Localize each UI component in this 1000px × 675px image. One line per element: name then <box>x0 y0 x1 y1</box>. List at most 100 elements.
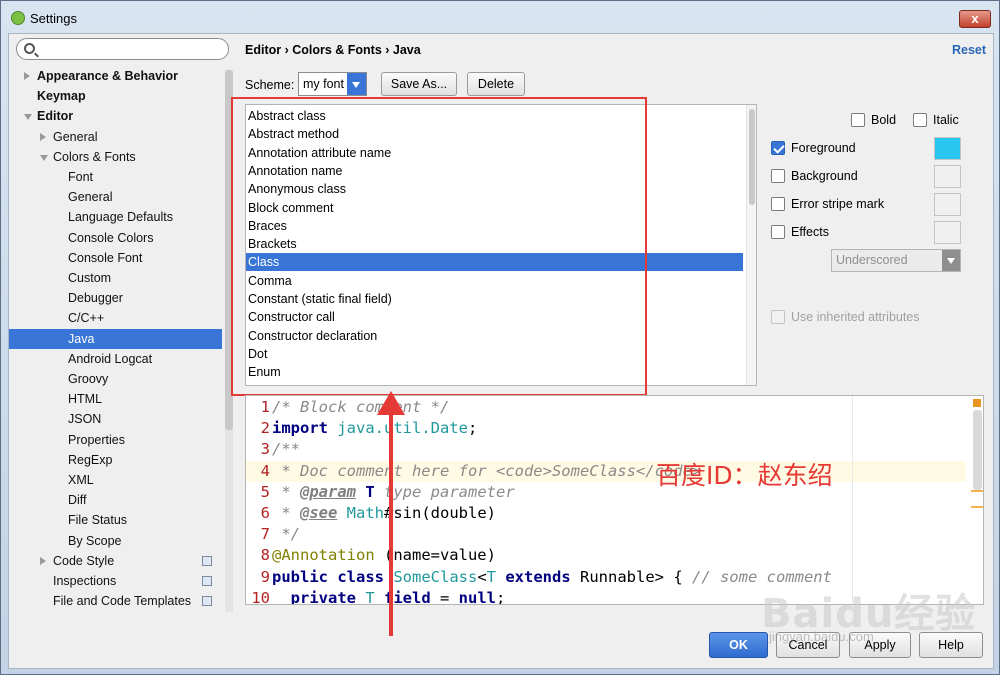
sidebar-item[interactable]: Keymap <box>9 86 222 106</box>
sidebar-item[interactable]: Groovy <box>9 369 222 389</box>
sidebar-item-label: General <box>68 190 113 205</box>
foreground-checkbox[interactable] <box>771 141 785 155</box>
effects-label: Effects <box>791 225 829 239</box>
sidebar-item[interactable]: Font <box>9 167 222 187</box>
sidebar-item[interactable]: JSON <box>9 409 222 429</box>
code-token: ; <box>467 419 478 438</box>
scheme-select[interactable]: my font <box>298 72 367 96</box>
title-bar: Settings x <box>1 1 999 34</box>
chevron-right-icon[interactable] <box>40 556 46 565</box>
sidebar-item[interactable]: Properties <box>9 430 222 450</box>
code-token: java.util.Date <box>337 419 468 438</box>
close-button[interactable]: x <box>959 10 991 28</box>
code-token: * <box>272 504 300 522</box>
sidebar-item[interactable]: Java <box>9 328 222 349</box>
chevron-right-icon[interactable] <box>24 72 30 80</box>
search-icon <box>24 43 35 54</box>
line-number: 8 <box>260 546 270 565</box>
foreground-color-swatch[interactable] <box>934 137 961 160</box>
attribute-list-item[interactable]: Dot <box>246 345 743 363</box>
code-token: import <box>272 419 338 438</box>
search-input[interactable] <box>16 38 229 60</box>
sidebar-item[interactable]: RegExp <box>9 450 222 470</box>
sidebar-item[interactable]: C/C++ <box>9 308 222 328</box>
attribute-list-item[interactable]: Annotation name <box>246 162 743 180</box>
sidebar-item-label: Properties <box>68 432 125 447</box>
chevron-down-icon[interactable] <box>942 250 960 271</box>
background-checkbox[interactable] <box>771 169 785 183</box>
list-scroll-thumb[interactable] <box>749 109 755 205</box>
scheme-value: my font <box>303 77 344 91</box>
sidebar-item[interactable]: Diff <box>9 490 222 510</box>
sidebar-item[interactable]: HTML <box>9 389 222 409</box>
scheme-label: Scheme: <box>245 78 295 92</box>
code-preview[interactable]: 1/* Block comment */2 import java.util.Da… <box>245 395 984 605</box>
attribute-list-item[interactable]: Abstract method <box>246 125 743 143</box>
delete-button[interactable]: Delete <box>467 72 525 96</box>
attribute-list-item[interactable]: Abstract class <box>246 107 743 125</box>
sidebar-item[interactable]: XML <box>9 470 222 490</box>
error-stripe-label: Error stripe mark <box>791 197 885 211</box>
attribute-list-item[interactable]: Comma <box>246 272 743 290</box>
background-color-swatch[interactable] <box>934 165 961 188</box>
sidebar-item[interactable]: By Scope <box>9 531 222 551</box>
sidebar-item[interactable]: Language Defaults <box>9 207 222 227</box>
sidebar-item[interactable]: Appearance & Behavior <box>9 66 222 86</box>
sidebar-item[interactable]: General <box>9 187 222 207</box>
code-token: = <box>430 588 459 605</box>
sidebar-item[interactable]: Console Colors <box>9 228 222 248</box>
attribute-list-item[interactable]: Constant (static final field) <box>246 290 743 308</box>
code-token: T <box>486 567 506 586</box>
attribute-list-item[interactable]: Annotation attribute name <box>246 144 743 162</box>
effects-checkbox[interactable] <box>771 225 785 239</box>
sidebar-item-label: HTML <box>68 392 103 407</box>
sidebar-item[interactable]: Debugger <box>9 288 222 308</box>
code-token: ; <box>496 588 506 605</box>
sidebar-item[interactable]: General <box>9 127 222 147</box>
project-scope-icon <box>202 596 212 607</box>
code-token: */ <box>272 525 300 544</box>
attribute-list-item[interactable]: Anonymous class <box>246 180 743 198</box>
list-scrollbar[interactable] <box>746 105 756 385</box>
effects-type-select[interactable]: Underscored <box>831 249 961 272</box>
line-number: 6 <box>260 504 270 522</box>
chevron-down-icon[interactable] <box>347 73 366 95</box>
sidebar-item-label: Groovy <box>68 372 109 386</box>
chevron-down-icon[interactable] <box>24 114 32 121</box>
attribute-list-item[interactable]: Class <box>246 253 743 272</box>
sidebar-item-label: Colors & Fonts <box>53 149 136 164</box>
error-stripe-color-swatch[interactable] <box>934 193 961 216</box>
ok-button[interactable]: OK <box>709 632 768 658</box>
attribute-list-item[interactable]: Constructor declaration <box>246 327 743 345</box>
save-as-button[interactable]: Save As... <box>381 72 457 96</box>
sidebar-item[interactable]: File and Code Templates <box>9 591 222 611</box>
attribute-list-item[interactable]: Block comment <box>246 199 743 217</box>
attribute-list-item[interactable]: Brackets <box>246 235 743 253</box>
sidebar-item[interactable]: Console Font <box>9 248 222 268</box>
sidebar-item[interactable]: Android Logcat <box>9 349 222 369</box>
sidebar-item-label: Keymap <box>37 89 86 104</box>
italic-checkbox[interactable] <box>913 113 927 127</box>
chevron-right-icon[interactable] <box>40 132 46 141</box>
chevron-down-icon[interactable] <box>40 154 48 161</box>
sidebar-item[interactable]: Editor <box>9 106 222 126</box>
attribute-list-item[interactable]: Braces <box>246 217 743 235</box>
sidebar-item[interactable]: Colors & Fonts <box>9 147 222 167</box>
sidebar-item-label: General <box>53 129 98 144</box>
preview-scrollbar[interactable] <box>973 410 982 490</box>
sidebar-item[interactable]: Custom <box>9 268 222 288</box>
attribute-list-item[interactable]: Enum <box>246 363 743 381</box>
sidebar-item[interactable]: File Status <box>9 510 222 530</box>
sidebar-item[interactable]: Code Style <box>9 551 222 571</box>
stripe-mark <box>971 506 983 508</box>
stripe-mark <box>971 490 983 492</box>
effects-color-swatch[interactable] <box>934 221 961 244</box>
sidebar-scrollbar[interactable] <box>225 70 233 612</box>
reset-link[interactable]: Reset <box>952 43 986 57</box>
sidebar-item[interactable]: Inspections <box>9 571 222 591</box>
sidebar-scroll-thumb[interactable] <box>225 70 233 430</box>
attribute-list-item[interactable]: Constructor call <box>246 308 743 326</box>
bold-checkbox[interactable] <box>851 113 865 127</box>
error-stripe-checkbox[interactable] <box>771 197 785 211</box>
use-inherited-checkbox[interactable] <box>771 310 785 324</box>
